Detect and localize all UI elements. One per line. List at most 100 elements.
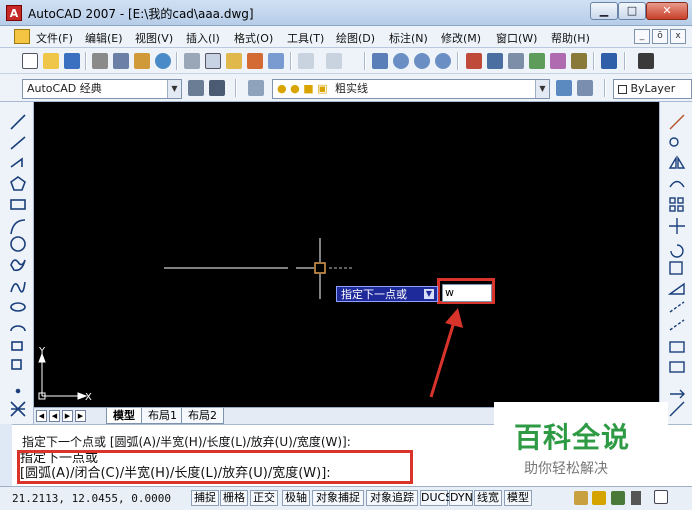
watermark-title: 百科全说 [514, 421, 631, 454]
last-tab-icon[interactable]: ▶ [75, 410, 86, 422]
design-center-icon[interactable] [487, 53, 503, 69]
zoom-previous-icon[interactable] [435, 53, 451, 69]
sheet-set-icon[interactable] [529, 53, 545, 69]
zoom-realtime-icon[interactable] [393, 53, 409, 69]
color-select[interactable]: ByLayer [613, 79, 692, 99]
annotation-scale-icon[interactable] [574, 491, 588, 505]
tab-model[interactable]: 模型 [106, 408, 142, 424]
calculator-icon[interactable] [571, 53, 587, 69]
dynamic-input-field[interactable]: w [442, 284, 492, 302]
join-icon [669, 361, 685, 373]
markup-icon[interactable] [550, 53, 566, 69]
osnap-toggle[interactable]: 对象捕捉 [312, 490, 364, 506]
toolbar-separator [290, 52, 292, 70]
construction-line-icon [10, 136, 26, 150]
redo-icon[interactable] [326, 53, 342, 69]
snap-toggle[interactable]: 捕捉 [191, 490, 219, 506]
block-editor-icon[interactable] [268, 53, 284, 69]
toolbar-separator [235, 79, 237, 97]
new-file-icon[interactable] [22, 53, 38, 69]
tab-layout2[interactable]: 布局2 [181, 408, 224, 424]
document-icon[interactable] [14, 29, 30, 44]
color-value: ByLayer [630, 82, 676, 95]
doc-close-button[interactable]: x [670, 29, 686, 44]
workspace-select[interactable]: AutoCAD 经典 ▼ [22, 79, 182, 99]
modify-toolbar [659, 102, 692, 424]
properties-icon[interactable] [466, 53, 482, 69]
paste-icon[interactable] [226, 53, 242, 69]
coordinate-readout[interactable]: 21.2113, 12.0455, 0.0000 [12, 492, 171, 505]
tool-palettes-icon[interactable] [508, 53, 524, 69]
polyline-icon [10, 157, 23, 168]
match-properties-icon[interactable] [247, 53, 263, 69]
autocad-app-icon[interactable]: A [6, 5, 22, 21]
menu-insert[interactable]: 插入(I) [186, 30, 220, 46]
next-tab-icon[interactable]: ▶ [62, 410, 73, 422]
menu-help[interactable]: 帮助(H) [551, 30, 590, 46]
options-arrow-icon[interactable]: ▼ [424, 289, 434, 299]
doc-minimize-button[interactable]: _ [634, 29, 650, 44]
pan-icon[interactable] [372, 53, 388, 69]
text-style-icon[interactable] [638, 53, 654, 69]
offset-icon [669, 180, 685, 188]
otrack-toggle[interactable]: 对象追踪 [366, 490, 418, 506]
close-button[interactable]: ✕ [646, 2, 688, 20]
print-icon[interactable] [92, 53, 108, 69]
save-workspace-icon[interactable] [209, 80, 225, 96]
menu-draw[interactable]: 绘图(D) [336, 30, 375, 46]
menu-modify[interactable]: 修改(M) [441, 30, 481, 46]
rotate-icon [670, 244, 684, 258]
menu-tools[interactable]: 工具(T) [287, 30, 324, 46]
cut-icon[interactable] [184, 53, 200, 69]
save-icon[interactable] [64, 53, 80, 69]
prev-tab-icon[interactable]: ◀ [49, 410, 60, 422]
menu-file[interactable]: 文件(F) [36, 30, 73, 46]
rectangle-icon [10, 199, 26, 210]
menu-bar: 文件(F) 编辑(E) 视图(V) 插入(I) 格式(O) 工具(T) 绘图(D… [0, 26, 692, 48]
layer-select[interactable]: ● ● ■ ▣ 粗实线 ▼ [272, 79, 550, 99]
model-space-toggle[interactable]: 模型 [504, 490, 532, 506]
lock-icon[interactable] [592, 491, 606, 505]
tab-layout1[interactable]: 布局1 [141, 408, 184, 424]
arc-icon [10, 219, 26, 235]
dyn-toggle[interactable]: DYN [449, 490, 473, 506]
menu-view[interactable]: 视图(V) [135, 30, 173, 46]
workspace-settings-icon[interactable] [188, 80, 204, 96]
maximize-button[interactable]: □ [618, 2, 646, 20]
status-menu-icon[interactable] [631, 491, 641, 505]
menu-dimension[interactable]: 标注(N) [389, 30, 428, 46]
lineweight-toggle[interactable]: 线宽 [474, 490, 502, 506]
open-folder-icon[interactable] [43, 53, 59, 69]
publish-icon[interactable] [134, 53, 150, 69]
communication-center-icon[interactable] [611, 491, 625, 505]
workspace-value: AutoCAD 经典 [27, 82, 102, 95]
window-title: AutoCAD 2007 - [E:\我的cad\aaa.dwg] [28, 7, 254, 21]
help-icon[interactable] [601, 53, 617, 69]
menu-window[interactable]: 窗口(W) [496, 30, 537, 46]
clean-screen-icon[interactable] [654, 490, 668, 504]
3d-dwf-icon[interactable] [155, 53, 171, 69]
ducs-toggle[interactable]: DUCS [420, 490, 452, 506]
undo-icon[interactable] [298, 53, 314, 69]
status-bar: 21.2113, 12.0455, 0.0000 捕捉 栅格 正交 极轴 对象捕… [0, 486, 692, 510]
doc-restore-button[interactable]: ō [652, 29, 668, 44]
make-current-layer-icon[interactable] [556, 80, 572, 96]
toolbar-separator [604, 79, 606, 97]
toolbar-separator [457, 52, 459, 70]
ortho-toggle[interactable]: 正交 [250, 490, 278, 506]
layer-previous-icon[interactable] [577, 80, 593, 96]
grid-toggle[interactable]: 栅格 [220, 490, 248, 506]
array-icon [669, 197, 676, 204]
menu-format[interactable]: 格式(O) [234, 30, 273, 46]
zoom-window-icon[interactable] [414, 53, 430, 69]
drawing-canvas[interactable]: Y X [34, 102, 659, 407]
minimize-button[interactable]: ▁ [590, 2, 618, 20]
polygon-icon [10, 176, 26, 191]
copy-icon[interactable] [205, 53, 221, 69]
menu-edit[interactable]: 编辑(E) [85, 30, 123, 46]
plot-preview-icon[interactable] [113, 53, 129, 69]
layer-manager-icon[interactable] [248, 80, 264, 96]
polar-toggle[interactable]: 极轴 [282, 490, 310, 506]
standard-toolbar: Sta [0, 48, 692, 117]
first-tab-icon[interactable]: ◀ [36, 410, 47, 422]
